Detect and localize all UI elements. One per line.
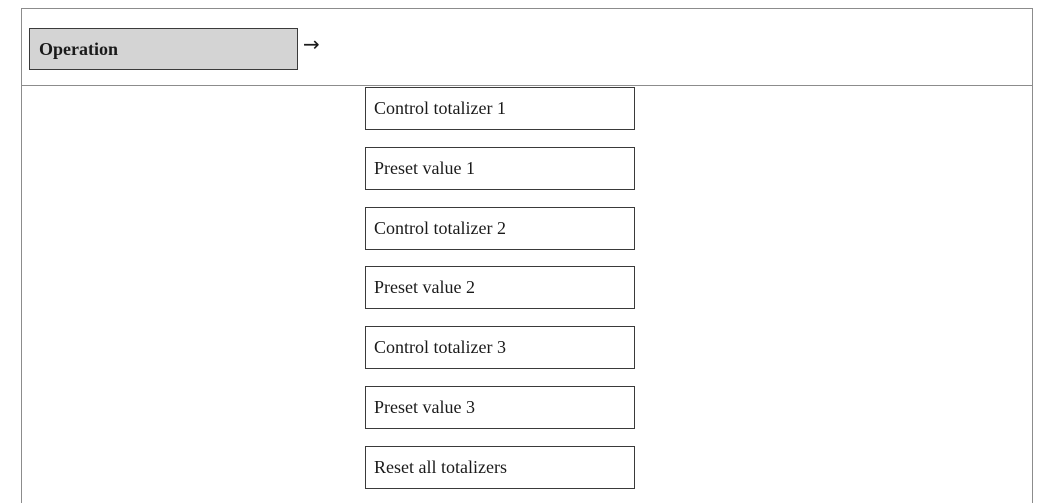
item-label: Preset value 1 (374, 158, 475, 178)
item-control-totalizer-3[interactable]: Control totalizer 3 (365, 326, 635, 369)
item-control-totalizer-1[interactable]: Control totalizer 1 (365, 87, 635, 130)
right-arrow-icon: → (303, 32, 320, 56)
item-label: Control totalizer 2 (374, 218, 506, 238)
operation-menu-label: Operation (39, 38, 118, 59)
item-control-totalizer-2[interactable]: Control totalizer 2 (365, 207, 635, 250)
item-reset-all-totalizers[interactable]: Reset all totalizers (365, 446, 635, 489)
item-label: Preset value 2 (374, 277, 475, 297)
item-label: Reset all totalizers (374, 457, 507, 477)
item-label: Control totalizer 3 (374, 337, 506, 357)
item-preset-value-2[interactable]: Preset value 2 (365, 266, 635, 309)
item-preset-value-1[interactable]: Preset value 1 (365, 147, 635, 190)
operation-menu-button[interactable]: Operation (29, 28, 298, 70)
item-preset-value-3[interactable]: Preset value 3 (365, 386, 635, 429)
item-label: Control totalizer 1 (374, 98, 506, 118)
item-label: Preset value 3 (374, 397, 475, 417)
